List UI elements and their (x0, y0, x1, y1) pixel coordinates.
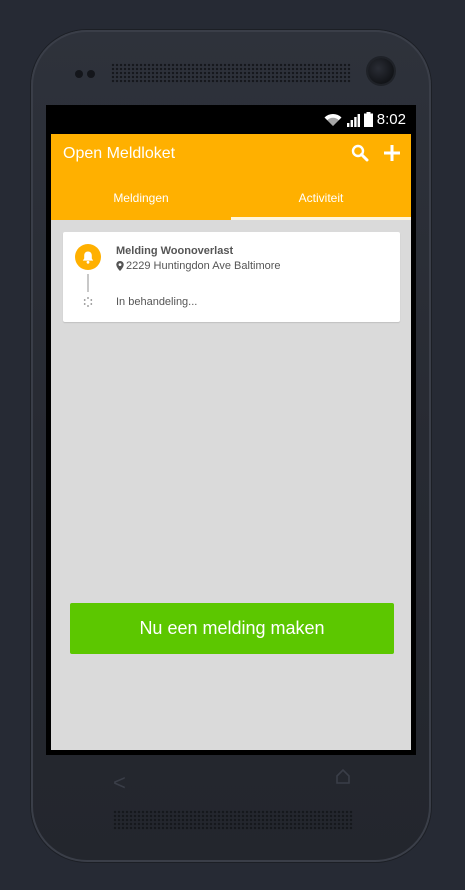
tab-meldingen[interactable]: Meldingen (51, 182, 231, 220)
add-icon[interactable] (383, 144, 401, 162)
tab-bar: Meldingen Activiteit (51, 182, 411, 220)
status-time: 8:02 (376, 111, 406, 128)
create-report-button[interactable]: Nu een melding maken (70, 603, 394, 654)
battery-icon (363, 112, 373, 127)
search-icon[interactable] (351, 144, 369, 162)
tab-activiteit[interactable]: Activiteit (231, 182, 411, 220)
pending-spinner-icon (83, 297, 93, 307)
bell-icon (82, 251, 94, 264)
timeline-connector (87, 274, 89, 292)
activity-card[interactable]: Melding Woonoverlast 2229 Huntingdon Ave… (63, 232, 400, 322)
device-screen: 8:02 Open Meldloket Meldingen Activiteit (46, 105, 416, 755)
status-bar: 8:02 (46, 105, 416, 134)
card-title: Melding Woonoverlast (116, 245, 234, 257)
card-status: In behandeling... (116, 296, 198, 308)
bell-icon-badge (75, 244, 101, 270)
app-bar-actions (351, 144, 401, 162)
location-pin-icon (116, 261, 124, 271)
signal-icon (346, 113, 360, 127)
sensor-dots (75, 70, 95, 78)
app-title: Open Meldloket (63, 145, 176, 162)
home-nav-icon[interactable] (335, 768, 351, 784)
top-speaker-grill (111, 63, 351, 83)
app-window: Open Meldloket Meldingen Activiteit Meld… (51, 134, 411, 750)
front-camera (368, 58, 394, 84)
wifi-icon (324, 113, 342, 126)
app-bar: Open Meldloket Meldingen Activiteit (51, 134, 411, 220)
card-address: 2229 Huntingdon Ave Baltimore (116, 260, 281, 272)
back-nav-icon[interactable]: < (113, 770, 126, 796)
bottom-speaker-grill (113, 810, 353, 830)
card-address-text: 2229 Huntingdon Ave Baltimore (126, 260, 281, 272)
